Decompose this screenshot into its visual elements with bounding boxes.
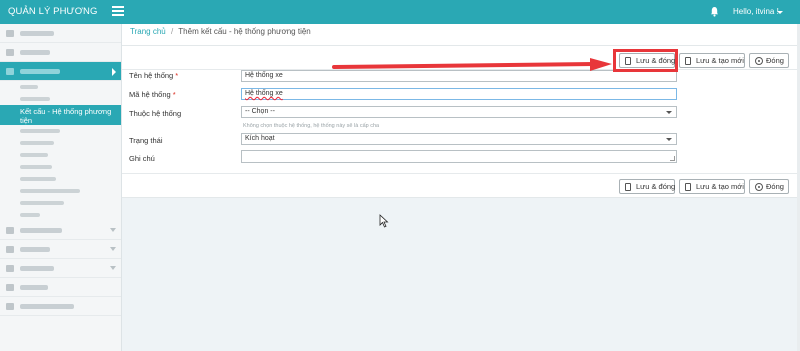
sidebar-subitem[interactable] (0, 149, 121, 161)
menu-item-icon (6, 68, 14, 75)
close-circle-icon (755, 57, 763, 65)
sidebar-item[interactable] (0, 297, 121, 316)
sidebar-item[interactable] (0, 221, 121, 240)
parent-system-label: Thuộc hệ thống (129, 109, 182, 118)
sidebar-subitem-label-line1: Kết cấu - Hệ thống phương (20, 107, 112, 116)
sidebar-subitem[interactable] (0, 161, 121, 173)
user-greeting[interactable]: Hello, itvina ! (733, 0, 779, 24)
close-label: Đóng (766, 56, 784, 65)
menu-item-icon (6, 227, 14, 234)
note-textarea[interactable] (241, 150, 677, 163)
status-select[interactable]: Kích hoạt (241, 133, 677, 145)
save-new-button[interactable]: Lưu & tạo mới (679, 53, 745, 68)
hamburger-menu-icon[interactable] (112, 6, 124, 17)
menu-item-icon (6, 49, 14, 56)
sidebar-subitem[interactable] (0, 137, 121, 149)
sidebar: Kết cấu - Hệ thống phương tiện (0, 24, 122, 351)
chevron-right-icon (112, 68, 116, 76)
parent-system-hint: Không chọn thuộc hệ thống, hệ thống này … (243, 123, 380, 129)
breadcrumb-current: Thêm kết cấu - hệ thống phương tiện (178, 27, 311, 36)
menu-item-icon (6, 303, 14, 310)
system-name-label: Tên hệ thống * (129, 71, 179, 80)
close-button[interactable]: Đóng (749, 53, 789, 68)
bell-icon[interactable] (710, 6, 719, 17)
annotation-highlight-box (613, 49, 678, 72)
sidebar-subitem-current[interactable]: Kết cấu - Hệ thống phương tiện (0, 105, 121, 125)
top-bar: QUẢN LÝ PHƯƠNG TIỆN Hello, itvina ! (0, 0, 800, 41)
save-new-label: Lưu & tạo mới (696, 56, 744, 65)
chevron-down-icon (110, 266, 116, 270)
sidebar-subitem[interactable] (0, 185, 121, 197)
sidebar-item[interactable] (0, 240, 121, 259)
sidebar-item[interactable] (0, 278, 121, 297)
menu-item-icon (6, 284, 14, 291)
close-button-bottom[interactable]: Đóng (749, 179, 789, 194)
save-close-label: Lưu & đóng (636, 182, 676, 191)
sidebar-subitem[interactable] (0, 93, 121, 105)
mouse-cursor-icon (379, 214, 389, 228)
save-close-button-bottom[interactable]: Lưu & đóng (619, 179, 675, 194)
close-circle-icon (755, 183, 763, 191)
breadcrumb-home-link[interactable]: Trang chủ (130, 27, 166, 36)
file-icon (625, 183, 631, 191)
annotation-arrow (332, 58, 612, 71)
save-new-label: Lưu & tạo mới (696, 182, 744, 191)
sidebar-subitem[interactable] (0, 81, 121, 93)
sidebar-item[interactable] (0, 24, 121, 43)
menu-item-icon (6, 265, 14, 272)
sidebar-subitem[interactable] (0, 125, 121, 137)
resize-handle-icon[interactable] (670, 156, 675, 161)
save-new-button-bottom[interactable]: Lưu & tạo mới (679, 179, 745, 194)
chevron-down-icon (110, 247, 116, 251)
parent-system-select[interactable]: -- Chọn -- (241, 106, 677, 118)
breadcrumb: Trang chủ / Thêm kết cấu - hệ thống phươ… (122, 24, 800, 46)
menu-item-icon (6, 246, 14, 253)
sidebar-item[interactable] (0, 259, 121, 278)
status-label: Trạng thái (129, 136, 163, 145)
breadcrumb-separator: / (170, 27, 174, 36)
sidebar-item[interactable] (0, 43, 121, 62)
sidebar-item-active[interactable] (0, 62, 121, 81)
dashboard-icon (6, 30, 14, 37)
app-brand[interactable]: QUẢN LÝ PHƯƠNG TIỆN (0, 0, 122, 41)
chevron-down-icon (666, 138, 672, 141)
close-label: Đóng (766, 182, 784, 191)
note-label: Ghi chú (129, 154, 155, 163)
system-code-input[interactable]: Hệ thống xe (241, 88, 677, 100)
chevron-down-icon[interactable] (777, 11, 783, 14)
chevron-down-icon (666, 111, 672, 114)
sidebar-subitem[interactable] (0, 209, 121, 221)
sidebar-subitem[interactable] (0, 197, 121, 209)
file-icon (685, 183, 691, 191)
sidebar-subitem[interactable] (0, 173, 121, 185)
sidebar-subitem-label-line2: tiện (20, 116, 33, 125)
system-code-label: Mã hệ thống * (129, 90, 176, 99)
file-icon (685, 57, 691, 65)
chevron-down-icon (110, 228, 116, 232)
divider (122, 173, 797, 174)
